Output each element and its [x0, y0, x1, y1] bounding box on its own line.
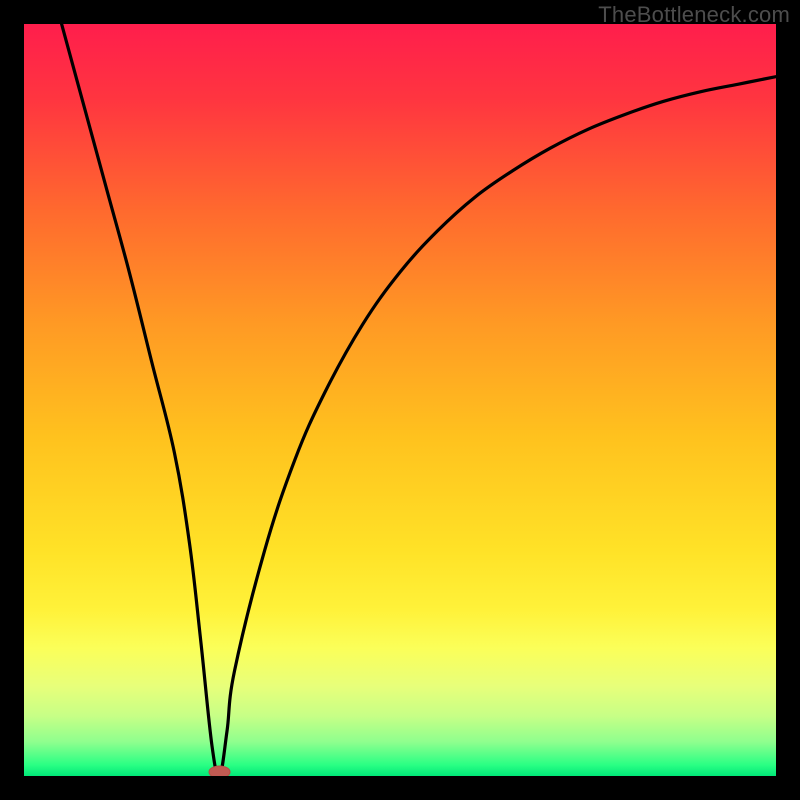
minimum-marker	[209, 766, 230, 776]
chart-frame	[24, 24, 776, 776]
bottleneck-chart	[24, 24, 776, 776]
chart-background	[24, 24, 776, 776]
